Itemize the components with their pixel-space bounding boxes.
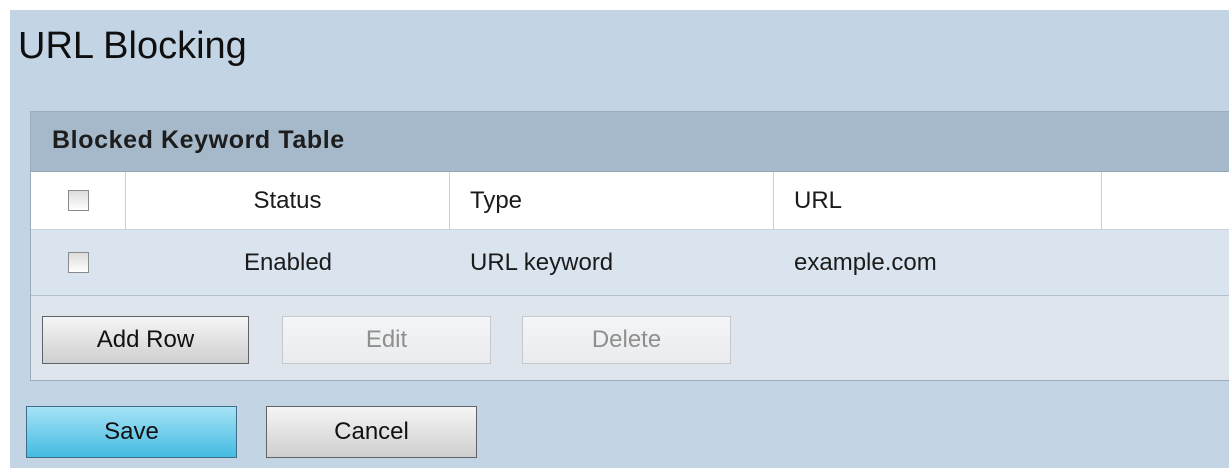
row-url: example.com [794,248,937,276]
page-title: URL Blocking [18,25,247,67]
cancel-button[interactable]: Cancel [266,406,477,458]
table-row: Enabled URL keyword example.com [31,230,1229,296]
table-header-row: Status Type URL [31,172,1229,230]
row-status: Enabled [243,248,333,276]
page: URL Blocking Blocked Keyword Table Statu… [0,0,1229,468]
column-header-type: Type [450,172,774,229]
save-button[interactable]: Save [26,406,237,458]
column-header-empty [1102,172,1229,229]
table-caption-label: Blocked Keyword Table [52,126,345,154]
blocked-keyword-table: Blocked Keyword Table Status Type URL En… [30,111,1229,381]
header-checkbox-cell [31,172,126,229]
select-all-checkbox[interactable] [67,190,89,211]
column-header-url: URL [774,172,1102,229]
row-select-checkbox[interactable] [68,252,89,273]
column-header-status: Status [126,172,450,229]
row-checkbox-cell [31,230,126,295]
table-caption: Blocked Keyword Table [31,112,1229,172]
row-type: URL keyword [470,248,614,276]
row-extra-cell [1102,230,1229,295]
table-button-bar: Add Row Edit Delete [31,296,1229,380]
edit-button[interactable]: Edit [282,316,491,364]
add-row-button[interactable]: Add Row [42,316,249,364]
delete-button[interactable]: Delete [522,316,731,364]
